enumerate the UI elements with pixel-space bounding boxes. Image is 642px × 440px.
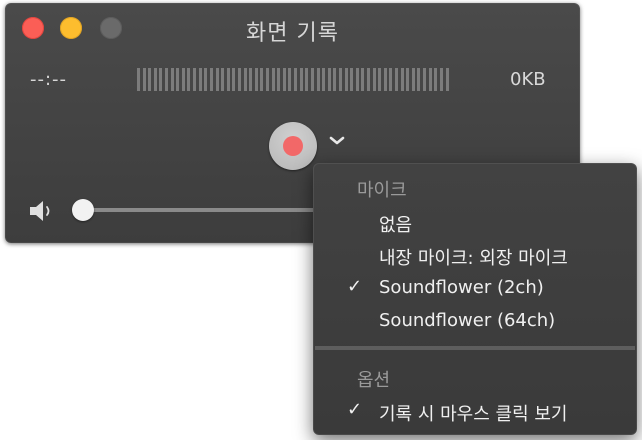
menu-separator [315, 346, 635, 350]
speaker-icon[interactable] [27, 199, 57, 223]
record-button[interactable] [269, 122, 317, 170]
window-title: 화면 기록 [246, 21, 339, 46]
menu-item-soundflower-64ch[interactable]: Soundflower (64ch) [379, 310, 555, 331]
menu-item-show-mouse-clicks[interactable]: 기록 시 마우스 클릭 보기 [379, 400, 568, 426]
menu-header-options: 옵션 [357, 370, 391, 391]
file-size: 0KB [510, 69, 546, 90]
menu-header-microphone: 마이크 [357, 180, 407, 201]
elapsed-time: --:-- [30, 69, 68, 90]
menu-item-builtin-mic[interactable]: 내장 마이크: 외장 마이크 [379, 244, 568, 270]
options-menu: 마이크 없음 내장 마이크: 외장 마이크 ✓ Soundflower (2ch… [313, 163, 637, 435]
chevron-down-icon[interactable] [328, 133, 346, 147]
volume-slider-track[interactable] [81, 208, 341, 212]
menu-item-soundflower-2ch[interactable]: Soundflower (2ch) [379, 277, 544, 298]
checkmark-icon: ✓ [347, 399, 363, 420]
volume-slider-knob[interactable] [72, 199, 94, 221]
audio-level-meter [137, 68, 449, 91]
menu-item-none[interactable]: 없음 [379, 211, 412, 237]
checkmark-icon: ✓ [347, 276, 363, 297]
record-icon [283, 136, 303, 156]
